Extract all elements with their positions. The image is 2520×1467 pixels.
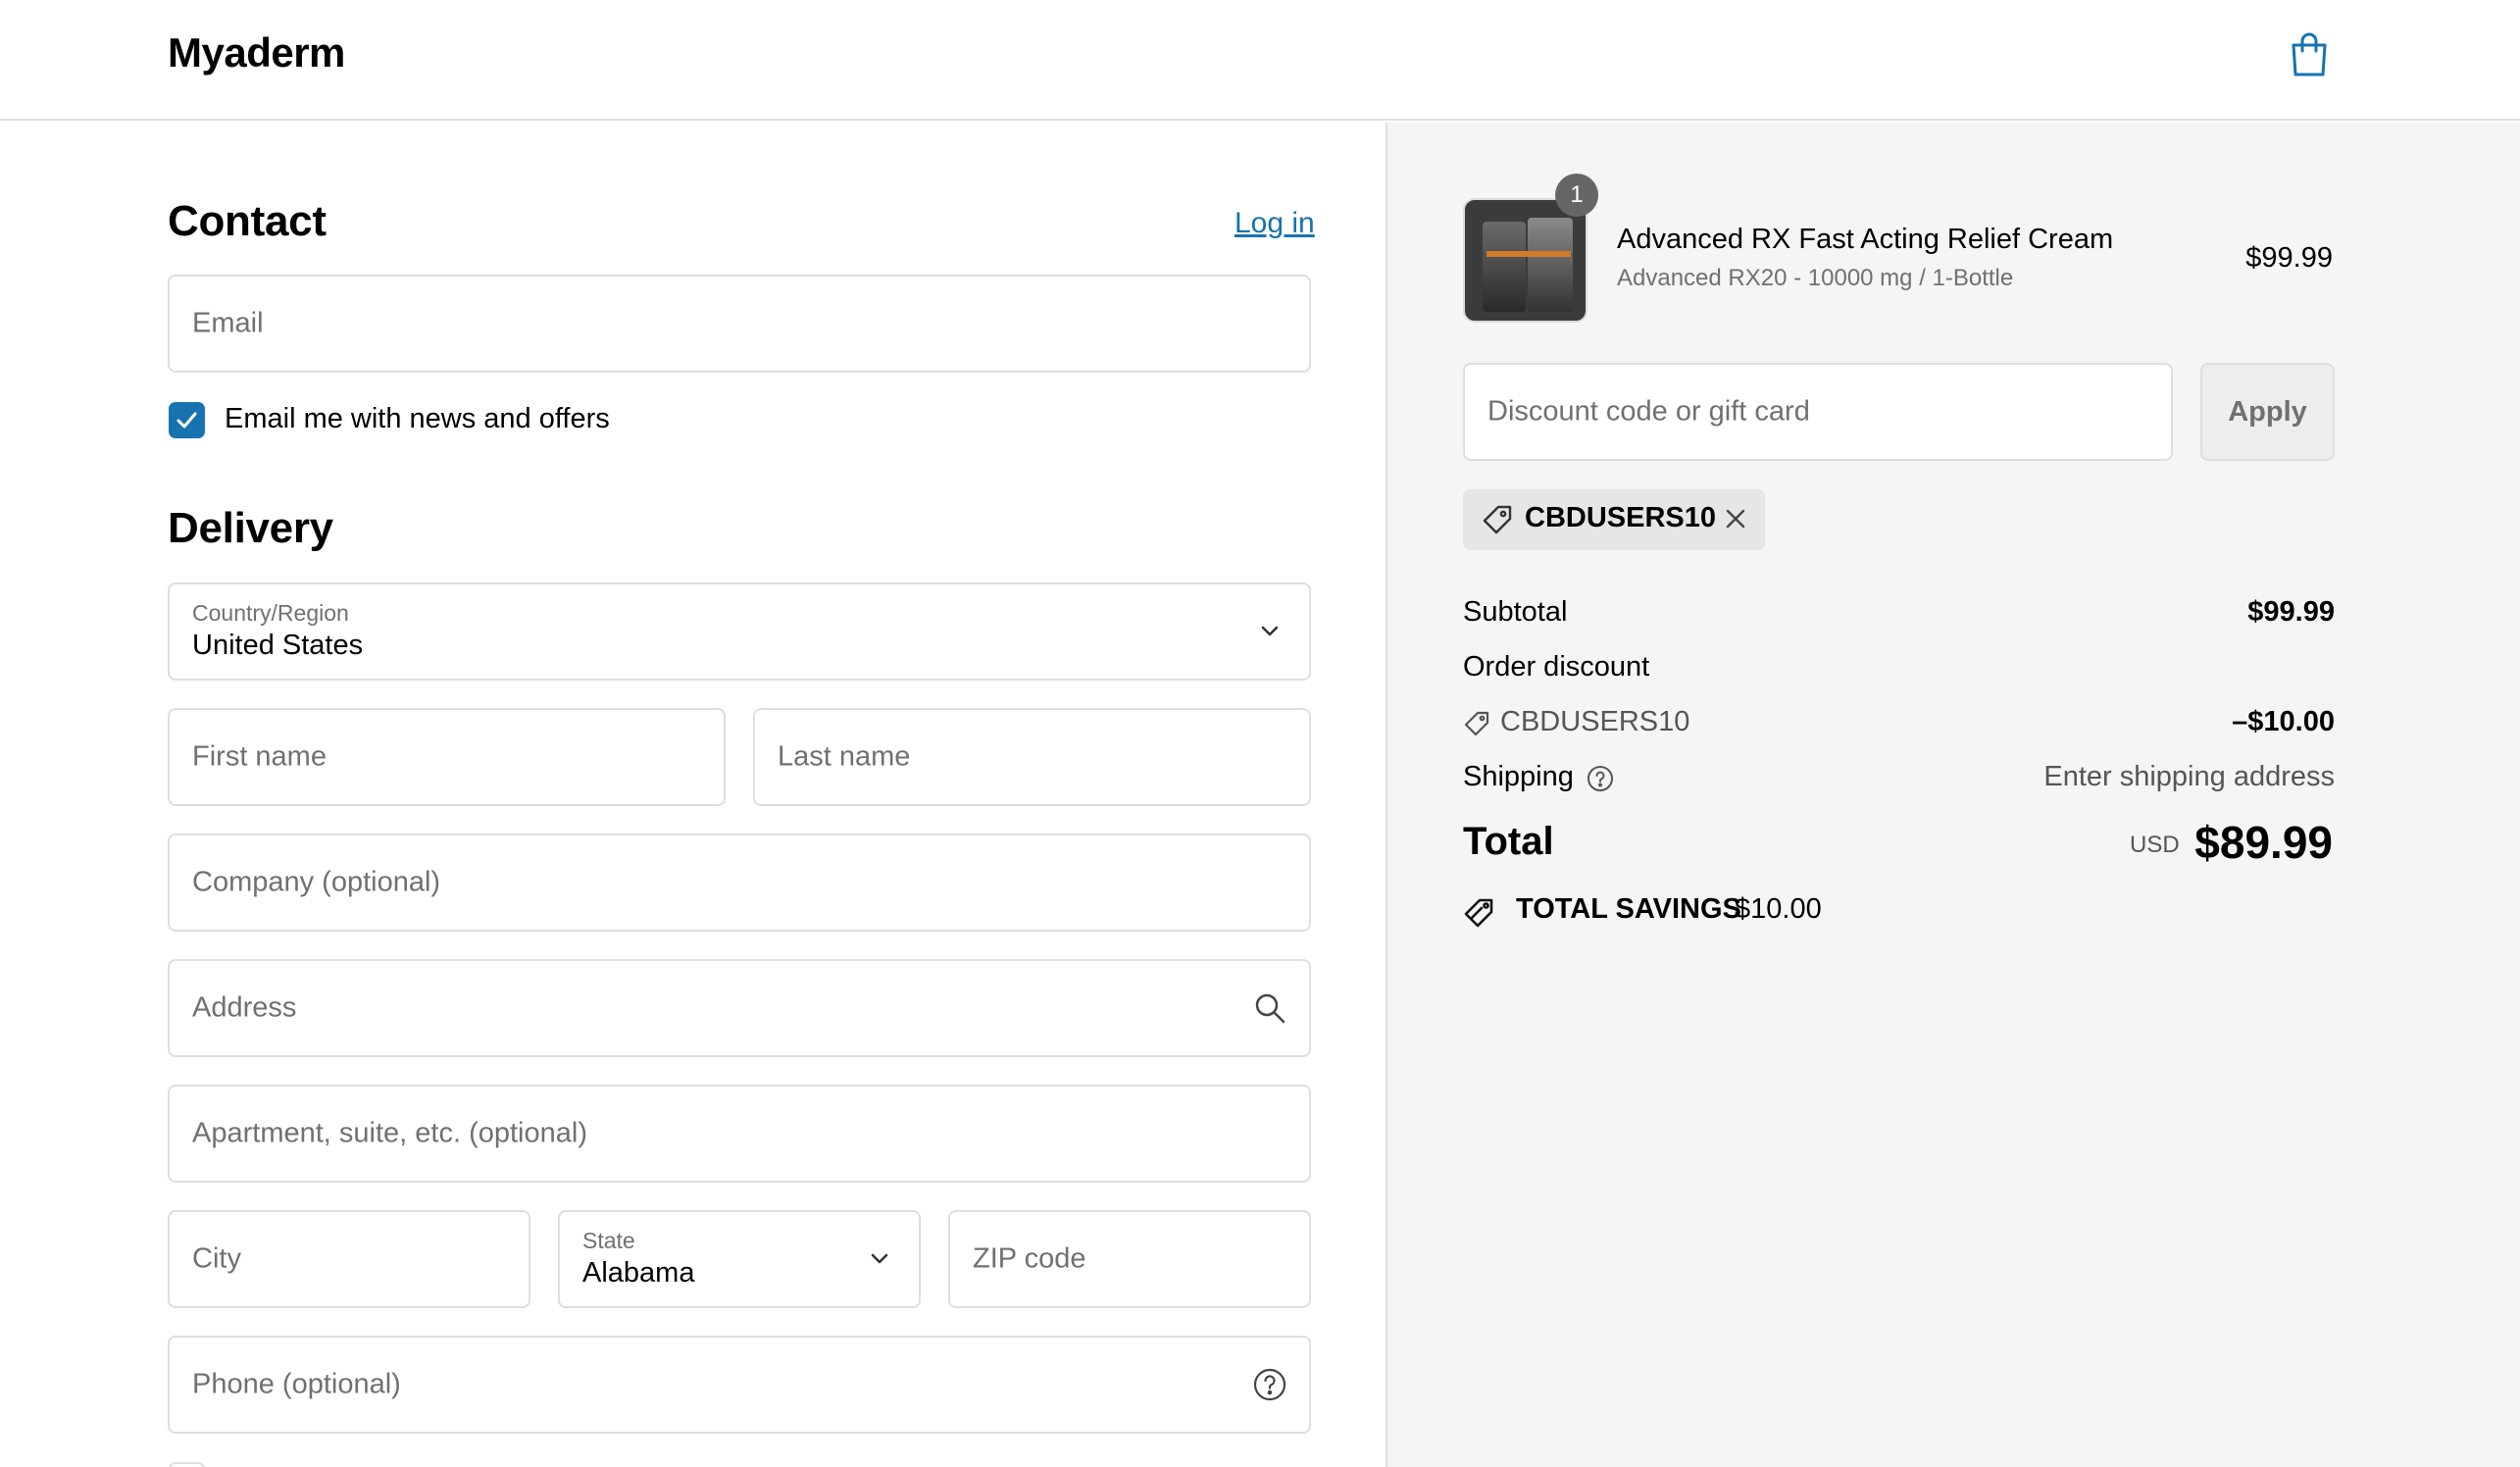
help-circle-icon[interactable] [1586,764,1615,793]
company-field[interactable]: Company (optional) [168,834,1311,932]
phone-field[interactable]: Phone (optional) [168,1336,1311,1434]
checkmark-icon [176,412,197,429]
help-circle-icon[interactable] [1252,1367,1287,1402]
state-value: Alabama [582,1257,695,1289]
quantity-badge: 1 [1555,174,1598,217]
first-name-placeholder: First name [192,740,327,773]
savings-label: TOTAL SAVINGS [1516,893,1741,925]
apartment-placeholder: Apartment, suite, etc. (optional) [192,1117,587,1149]
product-variant: Advanced RX20 - 10000 mg / 1-Bottle [1617,265,2014,291]
site-header: Myaderm [0,0,2520,121]
state-select[interactable]: State Alabama [558,1210,921,1308]
apply-button[interactable]: Apply [2200,363,2335,461]
tag-icon [1481,503,1514,536]
state-label: State [582,1228,635,1253]
chevron-down-icon [862,1241,897,1277]
savings-value: $10.00 [1735,893,1822,925]
total-label: Total [1463,820,1554,863]
discount-code-input[interactable]: Discount code or gift card [1463,363,2173,461]
news-checkbox[interactable] [169,402,205,438]
product-title: Advanced RX Fast Acting Relief Cream [1617,224,2114,255]
shopping-bag-icon[interactable] [2288,31,2331,78]
phone-placeholder: Phone (optional) [192,1368,401,1400]
store-logo[interactable]: Myaderm [168,29,345,76]
city-field[interactable]: City [168,1210,530,1308]
total-currency: USD [2130,832,2180,858]
contact-heading: Contact [168,197,327,245]
checkout-form: Contact Log in Email Email me with news … [0,123,1386,1467]
city-placeholder: City [192,1242,241,1275]
company-placeholder: Company (optional) [192,866,441,898]
search-icon [1252,990,1287,1026]
product-image [1463,198,1588,323]
last-name-field[interactable]: Last name [753,708,1311,806]
email-field[interactable]: Email [168,275,1311,373]
close-icon[interactable] [1722,505,1749,532]
login-link[interactable]: Log in [1235,207,1315,240]
apartment-field[interactable]: Apartment, suite, etc. (optional) [168,1085,1311,1183]
subtotal-label: Subtotal [1463,596,1568,628]
last-name-placeholder: Last name [778,740,911,773]
shipping-label: Shipping [1463,761,1574,792]
discount-placeholder: Discount code or gift card [1487,395,1810,428]
delivery-heading: Delivery [168,504,333,552]
news-checkbox-label[interactable]: Email me with news and offers [225,403,610,435]
country-value: United States [192,630,364,661]
savings-tag-icon [1463,895,1498,931]
sms-checkbox[interactable] [169,1462,205,1467]
zip-placeholder: ZIP code [973,1242,1086,1275]
applied-discount-chip: CBDUSERS10 [1463,489,1765,550]
country-label: Country/Region [192,600,349,626]
address-field[interactable]: Address [168,959,1311,1057]
first-name-field[interactable]: First name [168,708,726,806]
email-placeholder: Email [192,307,264,339]
shipping-value: Enter shipping address [2043,761,2335,792]
chevron-down-icon [1252,614,1287,649]
product-price: $99.99 [2245,242,2333,274]
order-discount-label: Order discount [1463,651,1650,683]
discount-value: –$10.00 [2232,706,2335,737]
total-value: $89.99 [2194,817,2333,868]
zip-field[interactable]: ZIP code [948,1210,1311,1308]
tag-icon [1463,710,1490,737]
country-select[interactable]: Country/Region United States [168,582,1311,681]
applied-code: CBDUSERS10 [1525,502,1716,533]
address-placeholder: Address [192,991,297,1024]
subtotal-value: $99.99 [2247,596,2335,628]
discount-code-label: CBDUSERS10 [1500,706,1690,737]
order-summary: 1 Advanced RX Fast Acting Relief Cream A… [1386,123,2520,1467]
